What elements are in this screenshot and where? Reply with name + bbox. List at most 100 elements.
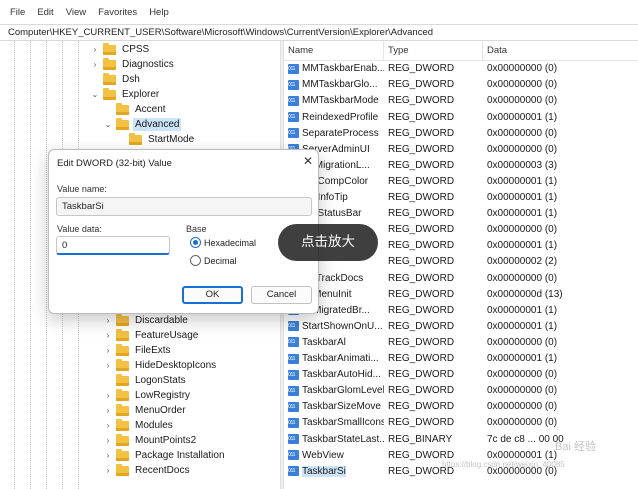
base-hexadecimal-radio[interactable]: Hexadecimal xyxy=(190,237,256,248)
menu-edit[interactable]: Edit xyxy=(37,7,53,18)
tree-node-featureusage[interactable]: › FeatureUsage xyxy=(103,328,200,343)
value-data: 0x00000001 (1) xyxy=(487,175,558,187)
table-row[interactable]: ..._TrackDocsREG_DWORD0x00000000 (0) xyxy=(284,270,638,286)
value-name-label: Value name: xyxy=(57,184,107,194)
menu-help[interactable]: Help xyxy=(149,7,169,18)
table-row[interactable]: MMTaskbarEnab... REG_DWORD 0x00000000 (0) xyxy=(284,61,638,77)
tree-node-hidedesktopicons[interactable]: › HideDesktopIcons xyxy=(103,358,218,373)
table-row[interactable]: TaskbarGlomLevel REG_DWORD 0x00000000 (0) xyxy=(284,383,638,399)
table-row[interactable]: TaskbarAutoHid... REG_DWORD 0x00000000 (0) xyxy=(284,367,638,383)
table-row[interactable]: MMTaskbarMode REG_DWORD 0x00000000 (0) xyxy=(284,93,638,109)
tree-node-diagnostics[interactable]: › Diagnostics xyxy=(90,57,176,72)
folder-icon xyxy=(116,117,129,130)
radio-empty-icon xyxy=(190,255,201,266)
chevron-right-icon[interactable]: › xyxy=(103,316,113,325)
table-row[interactable]: ...wInfoTipREG_DWORD0x00000001 (1) xyxy=(284,190,638,206)
table-row[interactable]: ServerAdminUIREG_DWORD0x00000000 (0) xyxy=(284,142,638,158)
column-header-data[interactable]: Data xyxy=(483,41,638,60)
tree-guide-line xyxy=(30,41,31,489)
chevron-right-icon[interactable]: › xyxy=(103,436,113,445)
table-row[interactable]: SeparateProcess REG_DWORD 0x00000000 (0) xyxy=(284,125,638,141)
tree-node-label: Accent xyxy=(135,104,166,115)
tree-node-recentdocs[interactable]: › RecentDocs xyxy=(103,463,191,478)
table-row[interactable]: ...wCompColorREG_DWORD0x00000001 (1) xyxy=(284,174,638,190)
base-decimal-radio[interactable]: Decimal xyxy=(190,255,237,266)
chevron-down-icon[interactable]: ⌄ xyxy=(103,120,113,129)
tree-node-startmode[interactable]: StartMode xyxy=(116,132,196,147)
tree-guide-line xyxy=(14,41,15,489)
chevron-right-icon[interactable]: › xyxy=(90,45,100,54)
chevron-right-icon[interactable]: › xyxy=(103,451,113,460)
tree-node-lowregistry[interactable]: › LowRegistry xyxy=(103,388,192,403)
table-row[interactable]: ...tMigratedBr...REG_DWORD0x00000001 (1) xyxy=(284,303,638,319)
folder-icon xyxy=(116,358,129,371)
table-row[interactable]: StartShownOnU... REG_DWORD 0x00000001 (1) xyxy=(284,319,638,335)
chevron-right-icon[interactable]: › xyxy=(103,331,113,340)
value-type: REG_DWORD xyxy=(388,208,455,220)
value-data-input[interactable]: 0 xyxy=(56,236,170,255)
cell-name: TaskbarSi xyxy=(284,465,384,477)
value-data: 0x00000001 (1) xyxy=(487,304,558,316)
tree-node-advanced[interactable]: ⌄ Advanced xyxy=(103,117,182,132)
table-row[interactable]: ...tMenuInitREG_DWORD0x0000000d (13) xyxy=(284,286,638,302)
table-row[interactable]: TaskbarAl REG_DWORD 0x00000000 (0) xyxy=(284,335,638,351)
table-row[interactable]: ...wStatusBarREG_DWORD0x00000001 (1) xyxy=(284,206,638,222)
chevron-right-icon[interactable]: › xyxy=(90,60,100,69)
tree-node-label: MountPoints2 xyxy=(135,435,197,446)
value-name-field[interactable]: TaskbarSi xyxy=(56,197,312,216)
tree-node-cpss[interactable]: › CPSS xyxy=(90,42,151,57)
table-row[interactable]: TaskbarSmallIcons REG_DWORD 0x00000000 (0) xyxy=(284,415,638,431)
value-data: 0x00000000 (0) xyxy=(487,224,558,236)
tree-node-fileexts[interactable]: › FileExts xyxy=(103,343,173,358)
tree-node-menuorder[interactable]: › MenuOrder xyxy=(103,403,188,418)
value-type: REG_DWORD xyxy=(388,175,455,187)
menu-favorites[interactable]: Favorites xyxy=(98,7,137,18)
value-data: 0x00000000 (0) xyxy=(487,63,558,75)
value-type: REG_DWORD xyxy=(388,353,455,365)
registry-value-icon xyxy=(288,385,299,396)
value-name: StartShownOnU... xyxy=(302,320,383,332)
value-type: REG_DWORD xyxy=(388,224,455,236)
chevron-right-icon[interactable]: › xyxy=(103,361,113,370)
tree-node-explorer[interactable]: ⌄ Explorer xyxy=(90,87,161,102)
chevron-right-icon[interactable]: › xyxy=(103,391,113,400)
tree-node-modules[interactable]: › Modules xyxy=(103,418,175,433)
chevron-down-icon[interactable]: ⌄ xyxy=(90,90,100,99)
folder-icon xyxy=(116,328,129,341)
zoom-overlay-button[interactable]: 点击放大 xyxy=(278,224,378,261)
cell-name: TaskbarAl xyxy=(284,337,384,348)
tree-node-package-installation[interactable]: › Package Installation xyxy=(103,448,227,463)
radio-selected-icon xyxy=(190,237,201,248)
chevron-right-icon[interactable]: › xyxy=(103,421,113,430)
tree-node-accent[interactable]: Accent xyxy=(103,102,168,117)
values-list[interactable]: Name Type Data MMTaskbarEnab... REG_DWORD… xyxy=(284,41,638,489)
address-bar[interactable]: Computer\HKEY_CURRENT_USER\Software\Micr… xyxy=(0,24,638,41)
table-row[interactable]: ...llMigrationL...REG_DWORD0x00000003 (3… xyxy=(284,158,638,174)
menu-view[interactable]: View xyxy=(66,7,86,18)
value-data: 0x00000001 (1) xyxy=(487,320,558,332)
table-row[interactable]: TaskbarAnimati... REG_DWORD 0x00000001 (1) xyxy=(284,351,638,367)
chevron-right-icon[interactable]: › xyxy=(103,346,113,355)
table-row[interactable]: ReindexedProfile REG_DWORD 0x00000001 (1) xyxy=(284,109,638,125)
ok-button[interactable]: OK xyxy=(182,286,243,304)
chevron-right-icon[interactable]: › xyxy=(103,466,113,475)
tree-node-label: FeatureUsage xyxy=(135,330,199,341)
cell-name: SeparateProcess xyxy=(284,128,384,139)
table-row[interactable]: TaskbarSizeMove REG_DWORD 0x00000000 (0) xyxy=(284,399,638,415)
value-name: WebView xyxy=(302,449,344,461)
base-hexadecimal-label: Hexadecimal xyxy=(204,237,257,248)
tree-node-logonstats[interactable]: LogonStats xyxy=(103,373,188,388)
value-type: REG_DWORD xyxy=(388,256,455,268)
tree-node-dsh[interactable]: Dsh xyxy=(90,72,142,87)
close-icon[interactable]: ✕ xyxy=(301,154,315,168)
tree-node-discardable[interactable]: › Discardable xyxy=(103,313,190,328)
column-header-name[interactable]: Name xyxy=(284,41,384,60)
table-row[interactable]: MMTaskbarGlo... REG_DWORD 0x00000000 (0) xyxy=(284,77,638,93)
cancel-button[interactable]: Cancel xyxy=(251,286,312,304)
chevron-right-icon[interactable]: › xyxy=(103,406,113,415)
column-header-type[interactable]: Type xyxy=(384,41,483,60)
value-name: TaskbarSi xyxy=(302,465,346,477)
folder-icon xyxy=(129,132,142,145)
tree-node-mountpoints2[interactable]: › MountPoints2 xyxy=(103,433,198,448)
menu-file[interactable]: File xyxy=(10,7,25,18)
